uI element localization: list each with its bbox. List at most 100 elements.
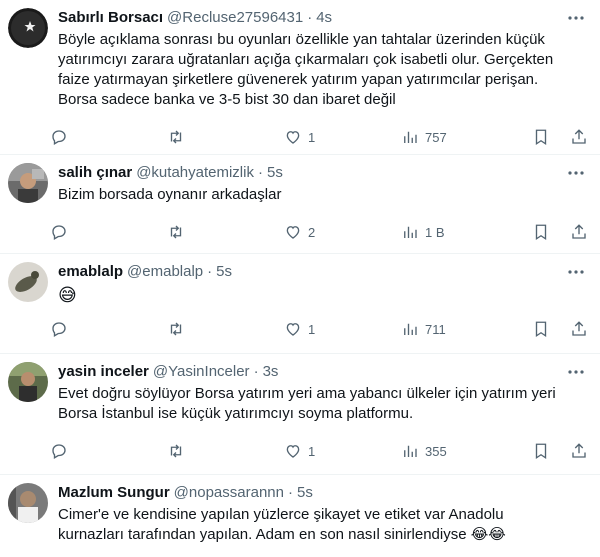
- tweet-text: Bizim borsada oynanır arkadaşlar: [58, 186, 282, 203]
- user-handle[interactable]: @Recluse27596431: [167, 8, 303, 28]
- display-name[interactable]: emablalp: [58, 262, 123, 282]
- reply-button[interactable]: [50, 442, 167, 460]
- user-handle[interactable]: @YasinInceler: [153, 362, 250, 382]
- bookmark-icon[interactable]: [532, 128, 550, 146]
- views-button[interactable]: 355: [401, 442, 518, 460]
- display-name[interactable]: yasin inceler: [58, 362, 149, 382]
- right-actions: [532, 223, 588, 241]
- tweet-text: Böyle açıklama sonrası bu oyunları özell…: [58, 31, 554, 108]
- more-icon[interactable]: [566, 262, 586, 282]
- user-handle[interactable]: @nopassarannn: [174, 483, 284, 503]
- like-button[interactable]: 1: [284, 442, 401, 460]
- like-count: 1: [308, 321, 316, 337]
- display-name[interactable]: salih çınar: [58, 163, 132, 183]
- user-handle[interactable]: @kutahyatemizlik: [136, 163, 254, 183]
- display-name[interactable]: Mazlum Sungur: [58, 483, 170, 503]
- share-icon[interactable]: [570, 320, 588, 338]
- share-icon[interactable]: [570, 442, 588, 460]
- views-button[interactable]: 1 B: [401, 223, 518, 241]
- views-button[interactable]: 711: [401, 320, 518, 338]
- like-button[interactable]: 1: [284, 128, 401, 146]
- separator-dot: ·: [307, 9, 313, 26]
- tweet-actions: 1 711: [50, 310, 588, 348]
- views-icon: [404, 445, 417, 457]
- share-icon[interactable]: [570, 128, 588, 146]
- reply-feed: Sabırlı Borsacı @Recluse27596431 · 4s Bö…: [0, 0, 600, 557]
- reply-button[interactable]: [50, 223, 167, 241]
- retweet-button[interactable]: [167, 320, 284, 338]
- like-count: 1: [308, 129, 316, 145]
- retweet-button[interactable]: [167, 128, 284, 146]
- like-button[interactable]: 1: [284, 320, 401, 338]
- tweet-actions: 1 757: [50, 118, 588, 156]
- timestamp[interactable]: 3s: [263, 362, 279, 382]
- like-button[interactable]: 2: [284, 223, 401, 241]
- more-icon[interactable]: [566, 8, 586, 28]
- heart-icon: [286, 131, 300, 144]
- timestamp[interactable]: 5s: [267, 163, 283, 183]
- tweet[interactable]: Sabırlı Borsacı @Recluse27596431 · 4s Bö…: [0, 0, 600, 155]
- reply-icon: [52, 130, 66, 145]
- views-icon: [404, 131, 417, 143]
- timestamp[interactable]: 5s: [297, 483, 313, 503]
- tweet[interactable]: Mazlum Sungur @nopassarannn · 5s Cimer'e…: [0, 475, 600, 557]
- bookmark-icon[interactable]: [532, 320, 550, 338]
- heart-icon: [286, 323, 300, 336]
- avatar[interactable]: [8, 483, 48, 523]
- views-icon: [404, 226, 417, 238]
- retweet-icon: [170, 322, 182, 336]
- avatar[interactable]: [8, 262, 48, 302]
- avatar[interactable]: [8, 8, 48, 48]
- views-button[interactable]: 757: [401, 128, 518, 146]
- tweet-text: Evet doğru söylüyor Borsa yatırım yeri a…: [58, 385, 556, 422]
- tweet-header: emablalp @emablalp · 5s: [58, 262, 584, 282]
- more-icon[interactable]: [566, 362, 586, 382]
- share-icon[interactable]: [570, 223, 588, 241]
- reply-button[interactable]: [50, 128, 167, 146]
- retweet-icon: [170, 130, 182, 144]
- heart-icon: [286, 226, 300, 239]
- tweet[interactable]: yasin inceler @YasinInceler · 3s Evet do…: [0, 354, 600, 475]
- reply-button[interactable]: [50, 320, 167, 338]
- user-handle[interactable]: @emablalp: [127, 262, 203, 282]
- separator-dot: ·: [287, 484, 293, 501]
- reply-icon: [52, 322, 66, 337]
- heart-icon: [286, 445, 300, 458]
- retweet-button[interactable]: [167, 442, 284, 460]
- right-actions: [532, 128, 588, 146]
- timestamp[interactable]: 4s: [316, 8, 332, 28]
- view-count: 1 B: [425, 224, 445, 240]
- bookmark-icon[interactable]: [532, 223, 550, 241]
- view-count: 711: [425, 321, 446, 337]
- tweet-header: yasin inceler @YasinInceler · 3s: [58, 362, 584, 382]
- like-count: 2: [308, 224, 316, 240]
- retweet-button[interactable]: [167, 223, 284, 241]
- tweet-header: Sabırlı Borsacı @Recluse27596431 · 4s: [58, 8, 584, 28]
- more-icon[interactable]: [566, 163, 586, 183]
- reply-icon: [52, 225, 66, 240]
- tweet-text: 😅: [58, 285, 77, 305]
- display-name[interactable]: Sabırlı Borsacı: [58, 8, 163, 28]
- timestamp[interactable]: 5s: [216, 262, 232, 282]
- tweet-header: salih çınar @kutahyatemizlik · 5s: [58, 163, 584, 183]
- avatar[interactable]: [8, 163, 48, 203]
- avatar[interactable]: [8, 362, 48, 402]
- right-actions: [532, 442, 588, 460]
- tweet-actions: 2 1 B: [50, 213, 588, 251]
- views-icon: [404, 323, 417, 335]
- tweet-header: Mazlum Sungur @nopassarannn · 5s: [58, 483, 584, 503]
- like-count: 1: [308, 443, 316, 459]
- tweet[interactable]: salih çınar @kutahyatemizlik · 5s Bizim …: [0, 155, 600, 254]
- view-count: 757: [425, 129, 447, 145]
- reply-icon: [52, 444, 66, 459]
- separator-dot: ·: [253, 363, 259, 380]
- tweet-actions: 1 355: [50, 432, 588, 470]
- right-actions: [532, 320, 588, 338]
- separator-dot: ·: [207, 263, 213, 280]
- retweet-icon: [170, 225, 182, 239]
- bookmark-icon[interactable]: [532, 442, 550, 460]
- view-count: 355: [425, 443, 447, 459]
- separator-dot: ·: [257, 164, 263, 181]
- tweet[interactable]: emablalp @emablalp · 5s 😅 1 711: [0, 254, 600, 354]
- retweet-icon: [170, 444, 182, 458]
